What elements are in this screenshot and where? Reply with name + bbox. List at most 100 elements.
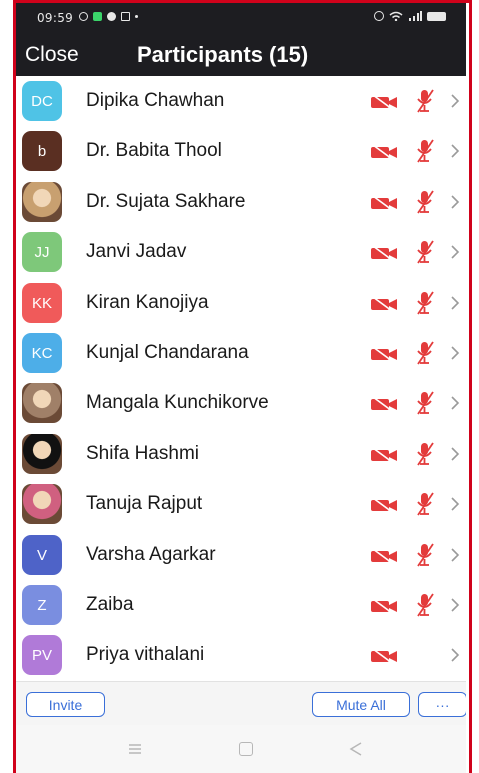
video-off-icon <box>371 195 397 211</box>
chevron-right-icon[interactable] <box>449 595 461 615</box>
video-off-icon <box>371 144 397 160</box>
avatar: PV <box>22 635 62 675</box>
participant-name: Dr. Sujata Sakhare <box>86 191 246 212</box>
participant-row[interactable]: DC Dipika Chawhan <box>16 76 466 126</box>
video-off-icon <box>371 296 397 312</box>
status-time: 09:59 <box>37 11 74 25</box>
avatar: DC <box>22 81 62 121</box>
participant-row[interactable]: KC Kunjal Chandarana <box>16 328 466 378</box>
chevron-right-icon[interactable] <box>449 192 461 212</box>
mic-muted-icon <box>417 391 434 415</box>
participant-row[interactable]: Dr. Sujata Sakhare <box>16 177 466 227</box>
mic-muted-icon <box>417 139 434 163</box>
chevron-right-icon[interactable] <box>449 444 461 464</box>
avatar-photo <box>22 484 62 524</box>
mic-muted-icon <box>417 240 434 264</box>
back-icon[interactable] <box>349 741 363 757</box>
avatar-photo <box>22 182 62 222</box>
system-icons <box>374 11 446 21</box>
avatar: Z <box>22 585 62 625</box>
footer-bar: Invite Mute All ··· <box>16 681 466 725</box>
participant-name: Kiran Kanojiya <box>86 292 209 313</box>
video-off-icon <box>371 245 397 261</box>
video-off-icon <box>371 598 397 614</box>
chevron-right-icon[interactable] <box>449 645 461 665</box>
chevron-right-icon[interactable] <box>449 393 461 413</box>
participant-row[interactable]: b Dr. Babita Thool <box>16 126 466 176</box>
participant-row[interactable]: Tanuja Rajput <box>16 479 466 529</box>
participant-row[interactable]: JJ Janvi Jadav <box>16 227 466 277</box>
participant-name: Dipika Chawhan <box>86 90 225 111</box>
participant-name: Shifa Hashmi <box>86 443 199 464</box>
chevron-right-icon[interactable] <box>449 91 461 111</box>
home-icon[interactable] <box>239 742 253 756</box>
avatar: b <box>22 131 62 171</box>
video-off-icon <box>371 548 397 564</box>
mic-muted-icon <box>417 89 434 113</box>
participant-name: Varsha Agarkar <box>86 544 216 565</box>
mic-muted-icon <box>417 492 434 516</box>
avatar-photo <box>22 383 62 423</box>
participant-name: Priya vithalani <box>86 644 205 665</box>
mute-all-button[interactable]: Mute All <box>312 692 410 717</box>
participant-row[interactable]: PV Priya vithalani <box>16 630 466 680</box>
chevron-right-icon[interactable] <box>449 141 461 161</box>
video-off-icon <box>371 346 397 362</box>
participant-name: Janvi Jadav <box>86 241 187 262</box>
close-button[interactable]: Close <box>25 43 79 67</box>
participant-name: Zaiba <box>86 594 134 615</box>
avatar: KC <box>22 333 62 373</box>
more-notifications-icon <box>135 15 138 18</box>
chevron-right-icon[interactable] <box>449 494 461 514</box>
signal-icon <box>409 11 422 21</box>
notification-icons <box>79 12 138 21</box>
mic-muted-icon <box>417 593 434 617</box>
mic-muted-icon <box>417 543 434 567</box>
page-title: Participants (15) <box>137 42 309 67</box>
participant-row[interactable]: Z Zaiba <box>16 580 466 630</box>
red-border-left <box>0 0 16 773</box>
participant-name: Kunjal Chandarana <box>86 342 249 363</box>
participant-name: Mangala Kunchikorve <box>86 392 269 413</box>
participant-name: Tanuja Rajput <box>86 493 203 514</box>
record-icon <box>107 12 116 21</box>
whatsapp-icon <box>79 12 88 21</box>
chevron-right-icon[interactable] <box>449 242 461 262</box>
mic-muted-icon <box>417 442 434 466</box>
participant-list: DC Dipika Chawhan b Dr. Babita Thool Dr. Suj… <box>16 76 466 681</box>
chevron-right-icon[interactable] <box>449 343 461 363</box>
mic-muted-icon <box>417 190 434 214</box>
chevron-right-icon[interactable] <box>449 293 461 313</box>
invite-button[interactable]: Invite <box>26 692 105 717</box>
phone-screen: 09:59 Close Participants (15) DC Dipika … <box>16 3 466 773</box>
chevron-right-icon[interactable] <box>449 545 461 565</box>
participant-row[interactable]: Mangala Kunchikorve <box>16 378 466 428</box>
video-off-icon <box>371 94 397 110</box>
more-options-button[interactable]: ··· <box>418 692 466 717</box>
participant-name: Dr. Babita Thool <box>86 140 222 161</box>
avatar: KK <box>22 283 62 323</box>
battery-icon <box>427 11 446 21</box>
video-off-icon <box>371 396 397 412</box>
video-off-icon <box>371 497 397 513</box>
message-icon <box>121 12 130 21</box>
header-bar: 09:59 Close Participants (15) <box>16 3 466 76</box>
status-bar: 09:59 <box>16 3 466 31</box>
video-off-icon <box>371 447 397 463</box>
mic-muted-icon <box>417 291 434 315</box>
video-off-icon <box>371 648 397 664</box>
avatar: JJ <box>22 232 62 272</box>
meet-app-icon <box>93 12 102 21</box>
participant-row[interactable]: Shifa Hashmi <box>16 429 466 479</box>
participant-row[interactable]: KK Kiran Kanojiya <box>16 278 466 328</box>
recent-apps-icon[interactable] <box>128 743 142 755</box>
wifi-icon <box>389 11 403 21</box>
red-border-right <box>469 0 479 773</box>
android-nav-bar <box>16 725 466 773</box>
avatar: V <box>22 535 62 575</box>
mic-muted-icon <box>417 341 434 365</box>
avatar-photo <box>22 434 62 474</box>
alarm-icon <box>374 11 384 21</box>
screenshot-frame: 09:59 Close Participants (15) DC Dipika … <box>0 0 479 773</box>
participant-row[interactable]: V Varsha Agarkar <box>16 530 466 580</box>
